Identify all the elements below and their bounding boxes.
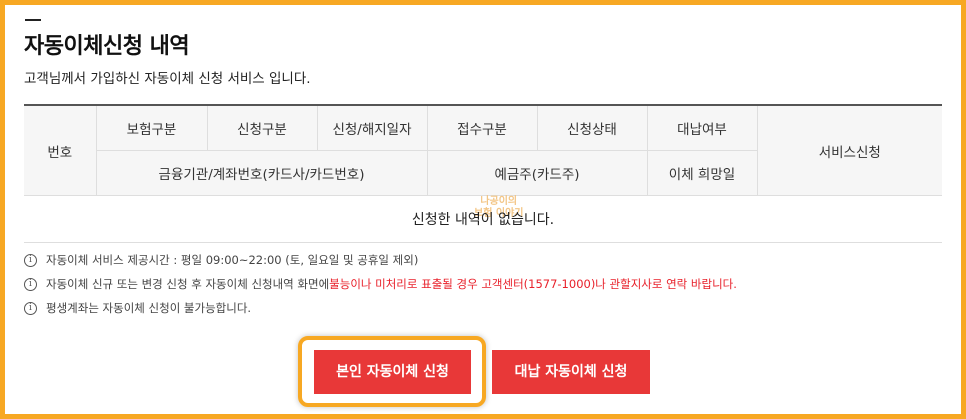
note-lifetime-account: i 평생계좌는 자동이체 신청이 불가능합니다. xyxy=(24,296,737,320)
application-history-table: 번호 보험구분 신청구분 신청/해지일자 접수구분 신청상태 대납여부 서비스신… xyxy=(24,104,942,243)
note-warning-text: 불능이나 미처리로 표출될 경우 고객센터(1577-1000)나 관할지사로 … xyxy=(329,277,737,291)
header-insurance-type: 보험구분 xyxy=(95,104,207,151)
self-auto-transfer-button[interactable]: 본인 자동이체 신청 xyxy=(314,350,471,394)
page-title: 자동이체신청 내역 xyxy=(24,34,190,59)
table-header-row-1: 번호 보험구분 신청구분 신청/해지일자 접수구분 신청상태 대납여부 서비스신… xyxy=(24,104,942,196)
notes-list: i 자동이체 서비스 제공시간 : 평일 09:00~22:00 (토, 일요일… xyxy=(24,248,737,320)
header-proxy-payment: 대납여부 xyxy=(646,104,757,151)
header-number: 번호 xyxy=(24,104,96,196)
empty-message-cell: 나공이의 보험 이야기 신청한 내역이 없습니다. xyxy=(24,195,942,243)
header-request-type: 신청구분 xyxy=(206,104,317,151)
title-accent-line xyxy=(25,19,41,21)
proxy-auto-transfer-button[interactable]: 대납 자동이체 신청 xyxy=(492,350,650,394)
info-icon: i xyxy=(24,277,37,291)
empty-message: 신청한 내역이 없습니다. xyxy=(411,212,555,228)
header-bank-account: 금융기관/계좌번호(카드사/카드번호) xyxy=(95,150,427,196)
header-request-status: 신청상태 xyxy=(536,104,647,151)
header-request-date: 신청/해지일자 xyxy=(316,104,427,151)
header-account-holder: 예금주(카드주) xyxy=(426,150,647,196)
header-service-request: 서비스신청 xyxy=(756,104,942,196)
info-icon: i xyxy=(24,253,37,267)
table-empty-row: 나공이의 보험 이야기 신청한 내역이 없습니다. xyxy=(24,195,942,243)
header-transfer-day: 이체 희망일 xyxy=(646,150,757,196)
note-unprocessed: i 자동이체 신규 또는 변경 신청 후 자동이체 신청내역 화면에 불능이나 … xyxy=(24,272,737,296)
page-subtitle: 고객님께서 가입하신 자동이체 신청 서비스 입니다. xyxy=(24,71,311,87)
note-service-hours: i 자동이체 서비스 제공시간 : 평일 09:00~22:00 (토, 일요일… xyxy=(24,248,737,272)
info-icon: i xyxy=(24,301,37,315)
header-receipt-type: 접수구분 xyxy=(426,104,537,151)
